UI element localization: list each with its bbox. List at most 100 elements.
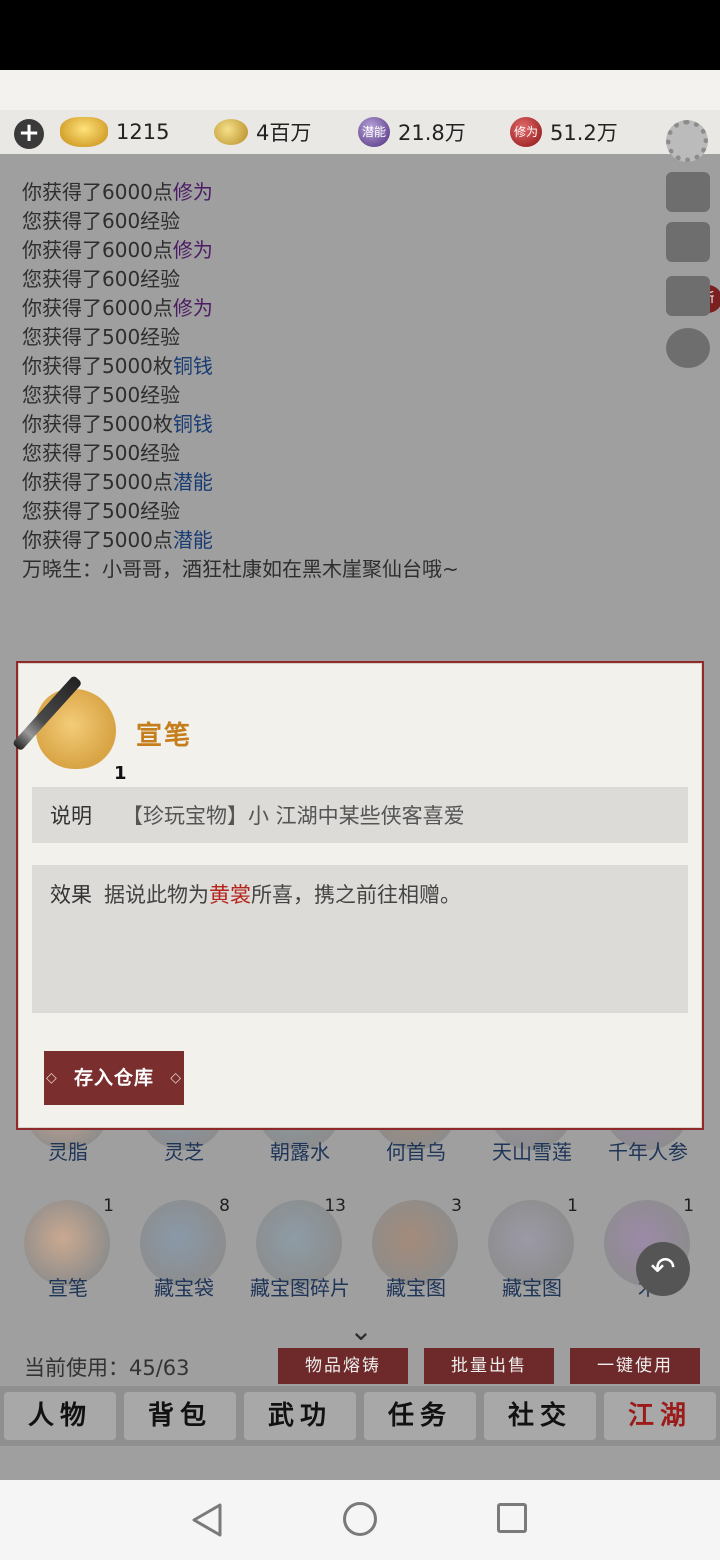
description-text: 【珍玩宝物】小 江湖中某些侠客喜爱: [122, 804, 465, 828]
item-label: 何首乌: [386, 1140, 446, 1164]
tab-2[interactable]: 武功: [244, 1392, 356, 1440]
effect-text: 据说此物为黄裳所喜，携之前往相赠。: [104, 883, 461, 907]
item-label: 灵脂: [48, 1140, 88, 1164]
gold-resource: 1215: [60, 116, 169, 148]
log-line: 你获得了6000点修为: [22, 294, 642, 323]
effect-text-pre: 据说此物为: [104, 883, 209, 907]
log-text: 您获得了500经验: [22, 325, 181, 349]
mail-icon[interactable]: [666, 276, 710, 316]
item-count: 3: [451, 1196, 462, 1216]
nav-recent-apps-icon[interactable]: [497, 1503, 527, 1533]
system-nav-bar: [0, 1480, 720, 1560]
item-label: 藏宝袋: [154, 1276, 214, 1300]
nav-home-icon[interactable]: [343, 1502, 377, 1536]
log-line: 您获得了600经验: [22, 265, 642, 294]
effect-label: 效果: [50, 883, 92, 907]
log-text: 你获得了5000枚: [22, 412, 173, 436]
potential-resource: 潜能 21.8万: [358, 116, 466, 148]
tab-1[interactable]: 背包: [124, 1392, 236, 1440]
calendar-icon[interactable]: [666, 222, 710, 262]
tab-4[interactable]: 社交: [484, 1392, 596, 1440]
item-label: 天山雪莲: [492, 1140, 572, 1164]
log-text: 您获得了600经验: [22, 209, 181, 233]
window-icon[interactable]: [666, 172, 710, 212]
item-label: 藏宝图: [386, 1276, 446, 1300]
gold-value: 1215: [116, 120, 170, 144]
forge-button[interactable]: 物品熔铸: [278, 1348, 408, 1384]
effect-npc-name: 黄裳: [209, 883, 251, 907]
item-count: 1: [103, 1196, 114, 1216]
log-highlight: 铜钱: [172, 354, 213, 378]
back-arrow-icon[interactable]: ↶: [636, 1242, 690, 1296]
copper-coin-icon: [214, 119, 248, 145]
add-icon[interactable]: +: [14, 119, 44, 149]
item-background: [36, 689, 116, 769]
nav-back-icon[interactable]: [190, 1502, 224, 1538]
tab-0[interactable]: 人物: [4, 1392, 116, 1440]
chevron-down-icon[interactable]: ⌄: [344, 1317, 378, 1345]
log-line: 你获得了5000枚铜钱: [22, 352, 642, 381]
log-line: 万晓生：小哥哥，酒狂杜康如在黑木崖聚仙台哦~: [22, 555, 642, 584]
use-all-button[interactable]: 一键使用: [570, 1348, 700, 1384]
bottom-tab-bar: 人物 背包 武功 任务 社交 江湖: [0, 1386, 720, 1446]
item-label: 灵芝: [164, 1140, 204, 1164]
usage-counter: 当前使用：45/63: [24, 1356, 190, 1380]
store-in-warehouse-button[interactable]: 存入仓库: [44, 1051, 184, 1105]
item-label: 藏宝图碎片: [250, 1276, 350, 1300]
log-highlight: 修为: [172, 238, 213, 262]
log-line: 你获得了5000枚铜钱: [22, 410, 642, 439]
item-count: 1: [683, 1196, 694, 1216]
log-text: 您获得了500经验: [22, 441, 181, 465]
item-label: 藏宝图: [502, 1276, 562, 1300]
inventory-item[interactable]: 3 藏宝图: [362, 1196, 470, 1316]
log-highlight: 修为: [172, 180, 213, 204]
log-line: 您获得了600经验: [22, 207, 642, 236]
log-text: 你获得了5000点: [22, 470, 173, 494]
potential-icon: 潜能: [358, 117, 390, 147]
log-highlight: 潜能: [172, 470, 213, 494]
log-text: 你获得了6000点: [22, 238, 173, 262]
log-text: 你获得了6000点: [22, 296, 173, 320]
item-portrait: 1: [11, 674, 127, 784]
log-text: 你获得了5000点: [22, 528, 173, 552]
log-line: 你获得了6000点修为: [22, 178, 642, 207]
tab-5[interactable]: 江湖: [604, 1392, 716, 1440]
item-count: 13: [324, 1196, 346, 1216]
log-text: 您获得了500经验: [22, 383, 181, 407]
item-label: 宣笔: [48, 1276, 88, 1300]
resource-bar: + 1215 4百万 潜能 21.8万 修为 51.2万: [0, 110, 720, 154]
potential-value: 21.8万: [398, 121, 466, 145]
cultivation-resource: 修为 51.2万: [510, 116, 618, 148]
effect-box: 效果 据说此物为黄裳所喜，携之前往相赠。: [32, 865, 688, 1013]
item-count: 1: [567, 1196, 578, 1216]
cultivation-icon: 修为: [510, 117, 542, 147]
tab-3[interactable]: 任务: [364, 1392, 476, 1440]
inventory-item[interactable]: 13 藏宝图碎片: [246, 1196, 354, 1316]
log-text: 你获得了6000点: [22, 180, 173, 204]
log-text: 您获得了600经验: [22, 267, 181, 291]
log-line: 你获得了5000点潜能: [22, 468, 642, 497]
item-count: 1: [114, 763, 127, 784]
gear-icon[interactable]: [666, 120, 708, 162]
inventory-item[interactable]: 1 宣笔: [14, 1196, 122, 1316]
log-line: 您获得了500经验: [22, 497, 642, 526]
status-bar: [0, 0, 720, 70]
inventory-item[interactable]: 8 藏宝袋: [130, 1196, 238, 1316]
inventory-item[interactable]: 1 藏宝图: [478, 1196, 586, 1316]
app-screen: + 1215 4百万 潜能 21.8万 修为 51.2万 你获得了6000点修为…: [0, 70, 720, 1480]
effect-text-post: 所喜，携之前往相赠。: [251, 883, 461, 907]
log-line: 你获得了6000点修为: [22, 236, 642, 265]
gold-ingot-icon: [60, 117, 108, 147]
copper-resource: 4百万: [214, 116, 311, 148]
log-highlight: 修为: [172, 296, 213, 320]
bulk-sell-button[interactable]: 批量出售: [424, 1348, 554, 1384]
log-line: 您获得了500经验: [22, 323, 642, 352]
item-count: 8: [219, 1196, 230, 1216]
copper-value: 4百万: [256, 121, 312, 145]
log-highlight: 潜能: [172, 528, 213, 552]
log-line: 您获得了500经验: [22, 381, 642, 410]
message-log: 你获得了6000点修为 您获得了600经验 你获得了6000点修为 您获得了600经验…: [22, 178, 642, 584]
item-name: 宣笔: [136, 721, 193, 751]
chat-icon[interactable]: [666, 328, 710, 368]
log-line: 你获得了5000点潜能: [22, 526, 642, 555]
